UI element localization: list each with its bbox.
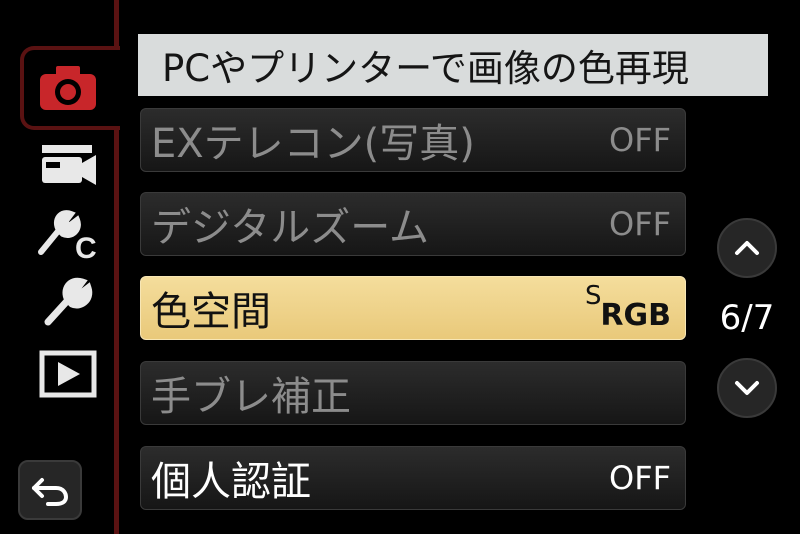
camera-icon	[40, 66, 96, 110]
menu-item-label: 色空間	[151, 289, 271, 335]
srgb-s: S	[585, 281, 602, 311]
scroll-down-button[interactable]	[717, 358, 777, 418]
scroll-up-button[interactable]	[717, 218, 777, 278]
menu-item-color-space[interactable]: 色空間 S RGB	[140, 276, 686, 340]
menu-item-label: EXテレコン(写真)	[151, 121, 475, 167]
menu-item-ex-teleconverter[interactable]: EXテレコン(写真) OFF	[140, 108, 686, 172]
tab-video[interactable]	[30, 136, 106, 196]
menu-description-header: PCやプリンターで画像の色再現	[138, 34, 768, 96]
custom-settings-icon: C	[38, 210, 97, 262]
wrench-icon	[44, 277, 93, 326]
page-indicator: 6/7	[719, 298, 775, 338]
custom-c-letter: C	[75, 232, 97, 262]
tab-camera[interactable]	[30, 58, 106, 118]
menu-item-value: OFF	[609, 459, 671, 497]
srgb-rgb: RGB	[600, 298, 671, 333]
playback-icon	[39, 350, 97, 398]
tab-setup[interactable]	[30, 272, 106, 332]
back-arrow-icon	[32, 478, 69, 506]
tab-custom[interactable]: C	[30, 204, 106, 264]
menu-item-value: OFF	[609, 205, 671, 243]
back-button[interactable]	[18, 460, 82, 520]
menu-item-label: 個人認証	[151, 459, 311, 505]
menu-item-face-recognition[interactable]: 個人認証 OFF	[140, 446, 686, 510]
chevron-up-icon	[735, 241, 759, 255]
tab-playback[interactable]	[30, 344, 106, 404]
menu-item-stabilizer[interactable]: 手ブレ補正	[140, 361, 686, 425]
menu-item-digital-zoom[interactable]: デジタルズーム OFF	[140, 192, 686, 256]
menu-item-label: デジタルズーム	[151, 205, 429, 251]
srgb-value: S RGB	[581, 281, 671, 333]
video-camera-icon	[42, 145, 96, 185]
chevron-down-icon	[735, 381, 759, 395]
menu-item-value: OFF	[609, 121, 671, 159]
menu-item-label: 手ブレ補正	[151, 374, 351, 420]
header-title: PCやプリンターで画像の色再現	[162, 47, 689, 90]
